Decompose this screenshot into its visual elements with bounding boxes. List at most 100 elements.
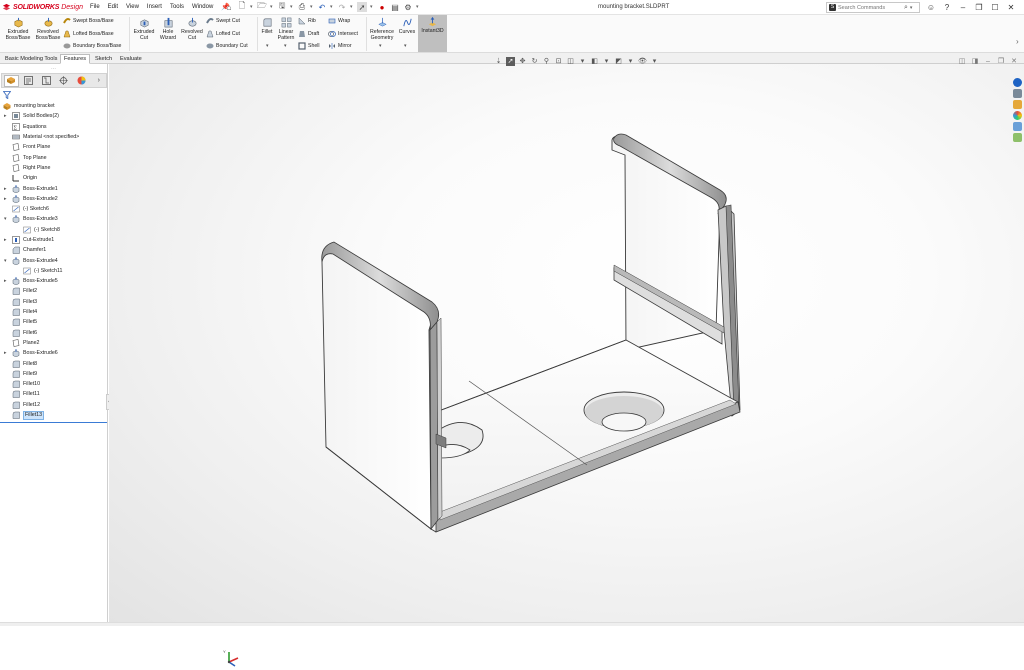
help-icon[interactable]: ? (942, 2, 952, 12)
solidworks-resources-icon[interactable] (1012, 78, 1022, 87)
appearances-icon[interactable] (1012, 111, 1022, 120)
tree-item[interactable]: (-) Sketch6 (0, 204, 108, 214)
pattern-caret-icon[interactable]: ▾ (284, 43, 287, 49)
redo-caret-icon[interactable]: ▾ (350, 4, 354, 10)
search-input[interactable] (838, 4, 902, 11)
redo-icon[interactable]: ↷ (337, 2, 347, 12)
close-icon[interactable]: ✕ (1006, 2, 1016, 12)
tree-item[interactable]: Plane2 (0, 338, 108, 348)
viewport-split2-icon[interactable]: ◨ (971, 57, 979, 65)
tab-basic-modeling-tools[interactable]: Basic Modeling Tools (1, 54, 61, 64)
file-explorer-icon[interactable] (1012, 100, 1022, 109)
viewport-close-icon[interactable]: ✕ (1010, 57, 1018, 65)
tree-item[interactable]: ▾ Boss-Extrude3 (0, 214, 108, 224)
draft-button[interactable]: Draft (298, 29, 319, 39)
tree-item[interactable]: Fillet5 (0, 317, 108, 327)
menu-view[interactable]: View (122, 3, 143, 12)
maximize-icon[interactable]: ☐ (990, 2, 1000, 12)
tree-item[interactable]: ▸ Boss-Extrude2 (0, 194, 108, 204)
undo-icon[interactable]: ↶ (317, 2, 327, 12)
open-folder-icon[interactable]: 🗁 (257, 1, 267, 12)
tree-item[interactable]: Fillet3 (0, 297, 108, 307)
zoom-to-area-icon[interactable]: ⊡ (554, 57, 563, 66)
tree-item[interactable]: Material <not specified> (0, 132, 108, 142)
filter-icon[interactable] (3, 91, 11, 99)
expand-arrow-icon[interactable]: ▸ (4, 278, 8, 284)
expand-arrow-icon[interactable]: ▸ (4, 196, 8, 202)
rib-button[interactable]: Rib (298, 16, 316, 26)
app-logo[interactable]: SOLIDWORKS Design (2, 2, 83, 13)
tree-item[interactable]: mounting bracket (0, 101, 108, 111)
mounting-bracket-model[interactable] (109, 64, 1024, 623)
menu-edit[interactable]: Edit (104, 3, 122, 12)
tree-item[interactable]: ▸ Boss-Extrude6 (0, 348, 108, 358)
options-caret-icon[interactable]: ▾ (416, 4, 420, 10)
expand-arrow-icon[interactable]: ▸ (4, 350, 8, 356)
expand-arrow-icon[interactable]: ▸ (4, 237, 8, 243)
view-orientation-icon[interactable]: ◧ (590, 57, 599, 66)
tab-sketch[interactable]: Sketch (91, 54, 116, 64)
tree-item[interactable]: ▾ Boss-Extrude4 (0, 255, 108, 265)
extruded-boss-button[interactable]: Extruded Boss/Base (3, 16, 33, 41)
reference-geometry-button[interactable]: Reference Geometry (368, 16, 396, 41)
mirror-button[interactable]: Mirror (328, 41, 352, 51)
viewport-restore-icon[interactable]: ❐ (997, 57, 1005, 65)
graphics-area[interactable]: Y (109, 64, 1024, 667)
tree-item[interactable]: Fillet9 (0, 369, 108, 379)
tree-item[interactable]: Fillet8 (0, 358, 108, 368)
front-wall[interactable] (321, 243, 435, 530)
select-caret-icon[interactable]: ▾ (370, 4, 374, 10)
ribbon-scroll-icon[interactable]: › (1016, 37, 1022, 51)
tree-item[interactable]: Σ Equations (0, 122, 108, 132)
save-icon[interactable]: 🖫 (277, 1, 287, 12)
select-arrow-icon[interactable]: ➚ (506, 56, 515, 66)
minimize-icon[interactable]: – (958, 2, 968, 12)
extruded-cut-button[interactable]: Extruded Cut (131, 16, 157, 41)
file-properties-icon[interactable]: ▤ (390, 2, 400, 12)
menu-file[interactable]: File (86, 3, 104, 12)
tree-item[interactable]: Chamfer1 (0, 245, 108, 255)
swept-boss-button[interactable]: Swept Boss/Base (63, 16, 114, 26)
menu-tools[interactable]: Tools (166, 3, 188, 12)
expand-arrow-icon[interactable]: ▸ (4, 113, 8, 119)
tree-item[interactable]: Fillet10 (0, 379, 108, 389)
reference-caret-icon[interactable]: ▾ (379, 43, 382, 49)
menu-insert[interactable]: Insert (143, 3, 166, 12)
viewport-minimize-icon[interactable]: – (984, 57, 992, 65)
display-caret-icon[interactable]: ▾ (626, 57, 635, 66)
configuration-manager-tab[interactable] (39, 75, 53, 87)
tab-features[interactable]: Features (60, 54, 91, 64)
move-icon[interactable]: ✥ (518, 57, 527, 66)
boundary-boss-button[interactable]: Boundary Boss/Base (63, 41, 121, 51)
home-icon[interactable]: ⌂ (224, 2, 234, 12)
wrap-button[interactable]: Wrap (328, 16, 350, 26)
boundary-cut-button[interactable]: Boundary Cut (206, 41, 248, 51)
tree-item[interactable]: Fillet11 (0, 389, 108, 399)
hole-wizard-button[interactable]: Hole Wizard (157, 16, 179, 41)
lofted-cut-button[interactable]: Lofted Cut (206, 29, 240, 39)
collapse-arrow-icon[interactable]: ▾ (4, 216, 8, 222)
swept-cut-button[interactable]: Swept Cut (206, 16, 240, 26)
tree-item[interactable]: ▸ Cut-Extrude1 (0, 235, 108, 245)
new-caret-icon[interactable]: ▾ (250, 4, 254, 10)
new-document-icon[interactable]: 🗋 (237, 1, 247, 12)
display-manager-tab[interactable] (74, 75, 88, 87)
pane-grip-icon[interactable]: ⋯ (51, 66, 56, 72)
tree-item[interactable]: Top Plane (0, 152, 108, 162)
menu-window[interactable]: Window (188, 3, 217, 12)
search-commands[interactable]: S ⌕ ▾ (826, 2, 920, 13)
search-icon[interactable]: ⌕ (904, 4, 908, 12)
tree-item[interactable]: (-) Sketch11 (0, 266, 108, 276)
rotate-view-icon[interactable]: ↻ (530, 57, 539, 66)
display-style-icon[interactable]: ◩ (614, 57, 623, 66)
hide-show-icon[interactable]: 👁 (638, 57, 647, 66)
revolved-cut-button[interactable]: Revolved Cut (180, 16, 204, 41)
view-palette-icon[interactable] (1012, 122, 1022, 131)
tab-evaluate[interactable]: Evaluate (116, 54, 146, 64)
tree-item[interactable]: Fillet4 (0, 307, 108, 317)
property-manager-tab[interactable] (22, 75, 36, 87)
zoom-icon[interactable]: ⚲ (542, 57, 551, 66)
options-gear-icon[interactable]: ⚙ (403, 2, 413, 12)
design-library-icon[interactable] (1012, 89, 1022, 98)
user-account-icon[interactable]: ☺ (926, 2, 936, 12)
